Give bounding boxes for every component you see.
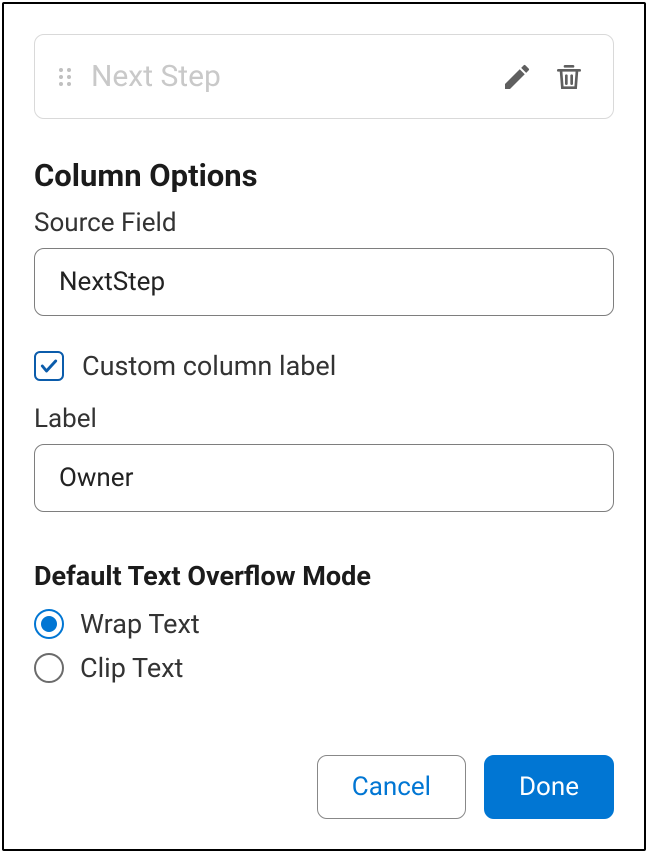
radio-wrap-text[interactable]: Wrap Text [34,608,614,640]
button-row: Cancel Done [317,755,614,819]
radio-clip-text[interactable]: Clip Text [34,652,614,684]
field-card: Next Step [34,34,614,119]
cancel-button[interactable]: Cancel [317,755,466,819]
source-field-input[interactable] [34,248,614,316]
column-options-panel: Next Step Column Options Source Field Cu… [2,2,646,851]
custom-label-checkbox-row[interactable]: Custom column label [34,350,614,382]
overflow-heading: Default Text Overflow Mode [34,560,614,592]
edit-icon[interactable] [501,61,533,93]
radio-label: Clip Text [80,652,183,684]
delete-icon[interactable] [553,61,585,93]
custom-label-checkbox-label: Custom column label [82,350,336,382]
field-card-title: Next Step [91,59,481,94]
source-field-label: Source Field [34,208,614,238]
overflow-radio-group: Wrap Text Clip Text [34,608,614,684]
radio-button[interactable] [34,653,64,683]
label-input[interactable] [34,444,614,512]
drag-handle-icon[interactable] [59,68,71,86]
radio-button[interactable] [34,609,64,639]
custom-label-checkbox[interactable] [34,351,64,381]
done-button[interactable]: Done [484,755,614,819]
column-options-heading: Column Options [34,157,614,194]
radio-label: Wrap Text [80,608,200,640]
label-field-label: Label [34,404,614,434]
